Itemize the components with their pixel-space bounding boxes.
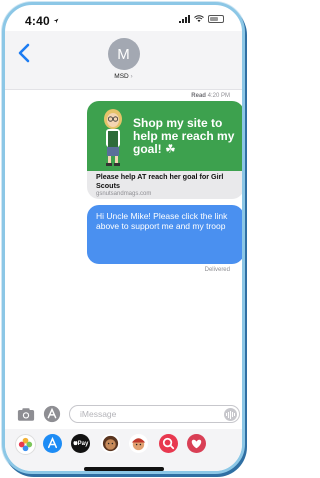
link-preview-card[interactable]: Shop my site to help me reach my goal! ☘… bbox=[87, 101, 242, 199]
search-icon bbox=[162, 437, 175, 450]
camera-icon[interactable] bbox=[17, 407, 35, 422]
contact-avatar[interactable]: M bbox=[107, 38, 140, 70]
memoji-app-icon[interactable] bbox=[101, 434, 120, 453]
app-store-icon bbox=[47, 436, 58, 449]
phone-frame: 4:40 M MSD › Read 4:20 PM Shop my site t… bbox=[2, 2, 245, 474]
digital-touch-app-icon[interactable] bbox=[187, 434, 206, 453]
apple-pay-icon: Pay bbox=[73, 440, 88, 447]
apple-pay-app-icon[interactable]: Pay bbox=[71, 434, 90, 453]
app-store-icon[interactable] bbox=[43, 405, 61, 423]
wifi-icon bbox=[194, 15, 204, 22]
memoji-icon bbox=[131, 438, 146, 451]
location-arrow-icon bbox=[53, 18, 59, 24]
photos-icon bbox=[18, 437, 33, 452]
app-drawer: Pay bbox=[5, 429, 242, 471]
app-store-app-icon[interactable] bbox=[43, 434, 62, 453]
cartoon-girl-illustration bbox=[104, 109, 122, 166]
read-receipt: Read 4:20 PM bbox=[191, 93, 230, 99]
heart-icon bbox=[191, 439, 202, 449]
memoji-icon bbox=[102, 435, 119, 452]
link-preview-image: Shop my site to help me reach my goal! ☘ bbox=[87, 101, 242, 171]
message-input[interactable]: iMessage bbox=[69, 405, 240, 423]
photos-app-icon[interactable] bbox=[15, 434, 36, 455]
home-indicator[interactable] bbox=[83, 467, 164, 471]
conversation-header: M MSD › bbox=[5, 31, 242, 90]
link-preview-domain: gsnutsandmags.com bbox=[96, 191, 152, 197]
status-time: 4:40 bbox=[25, 14, 59, 28]
link-preview-title: Please help AT reach her goal for Girl S… bbox=[96, 172, 224, 190]
chevron-right-icon: › bbox=[130, 73, 133, 80]
outgoing-message-bubble[interactable]: Hi Uncle Mike! Please click the link abo… bbox=[87, 205, 242, 264]
cellular-signal-icon bbox=[179, 15, 190, 23]
back-chevron-icon[interactable] bbox=[15, 41, 35, 65]
message-input-placeholder: iMessage bbox=[80, 409, 117, 419]
search-app-icon[interactable] bbox=[159, 434, 178, 453]
battery-icon bbox=[208, 15, 224, 23]
memoji-sticker-app-icon[interactable] bbox=[129, 434, 148, 453]
contact-name[interactable]: MSD › bbox=[5, 73, 242, 80]
status-bar: 4:40 bbox=[5, 5, 242, 31]
compose-bar: iMessage bbox=[5, 402, 242, 428]
link-preview-image-text: Shop my site to help me reach my goal! ☘ bbox=[133, 116, 235, 156]
delivery-status: Delivered bbox=[204, 267, 230, 273]
audio-message-icon[interactable] bbox=[224, 408, 237, 421]
